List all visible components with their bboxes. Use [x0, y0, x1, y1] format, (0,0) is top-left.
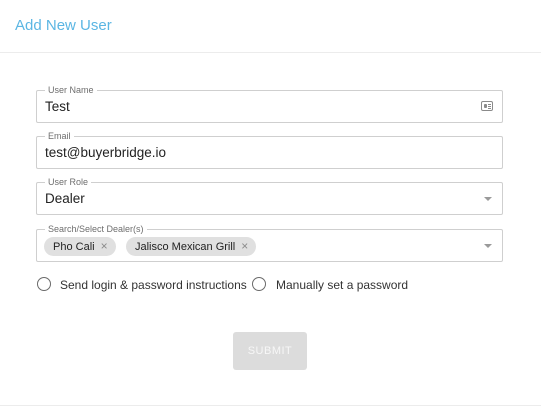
contact-card-icon: [481, 101, 493, 111]
dealer-chip-label: Pho Cali: [53, 241, 95, 253]
dealer-chip-label: Jalisco Mexican Grill: [135, 241, 236, 253]
radio-button[interactable]: [37, 277, 51, 291]
dialog-header: Add New User: [0, 0, 541, 53]
radio-label[interactable]: Send login & password instructions: [60, 278, 247, 292]
submit-button[interactable]: SUBMIT: [233, 332, 307, 370]
chevron-down-icon[interactable]: [484, 197, 492, 201]
chip-remove-icon[interactable]: ×: [241, 237, 248, 256]
radio-button[interactable]: [252, 277, 266, 291]
radio-label[interactable]: Manually set a password: [276, 278, 408, 292]
divider: [0, 405, 541, 406]
user-role-value[interactable]: Dealer: [45, 191, 85, 207]
dealer-select[interactable]: Search/Select Dealer(s) Pho Cali × Jalisc…: [36, 223, 503, 262]
dealer-select-label: Search/Select Dealer(s): [45, 223, 147, 235]
user-role-label: User Role: [45, 176, 92, 188]
chevron-down-icon[interactable]: [484, 244, 492, 248]
user-role-select[interactable]: User Role Dealer: [36, 176, 503, 215]
user-name-field[interactable]: User Name Test: [36, 84, 503, 123]
dialog-title: Add New User: [15, 17, 112, 34]
user-name-label: User Name: [45, 84, 97, 96]
dealer-chip: Pho Cali ×: [44, 237, 116, 256]
email-value[interactable]: test@buyerbridge.io: [45, 145, 166, 161]
email-label: Email: [45, 130, 74, 142]
user-name-value[interactable]: Test: [45, 99, 70, 115]
email-field[interactable]: Email test@buyerbridge.io: [36, 130, 503, 169]
dealer-chip: Jalisco Mexican Grill ×: [126, 237, 257, 256]
chip-remove-icon[interactable]: ×: [101, 237, 108, 256]
